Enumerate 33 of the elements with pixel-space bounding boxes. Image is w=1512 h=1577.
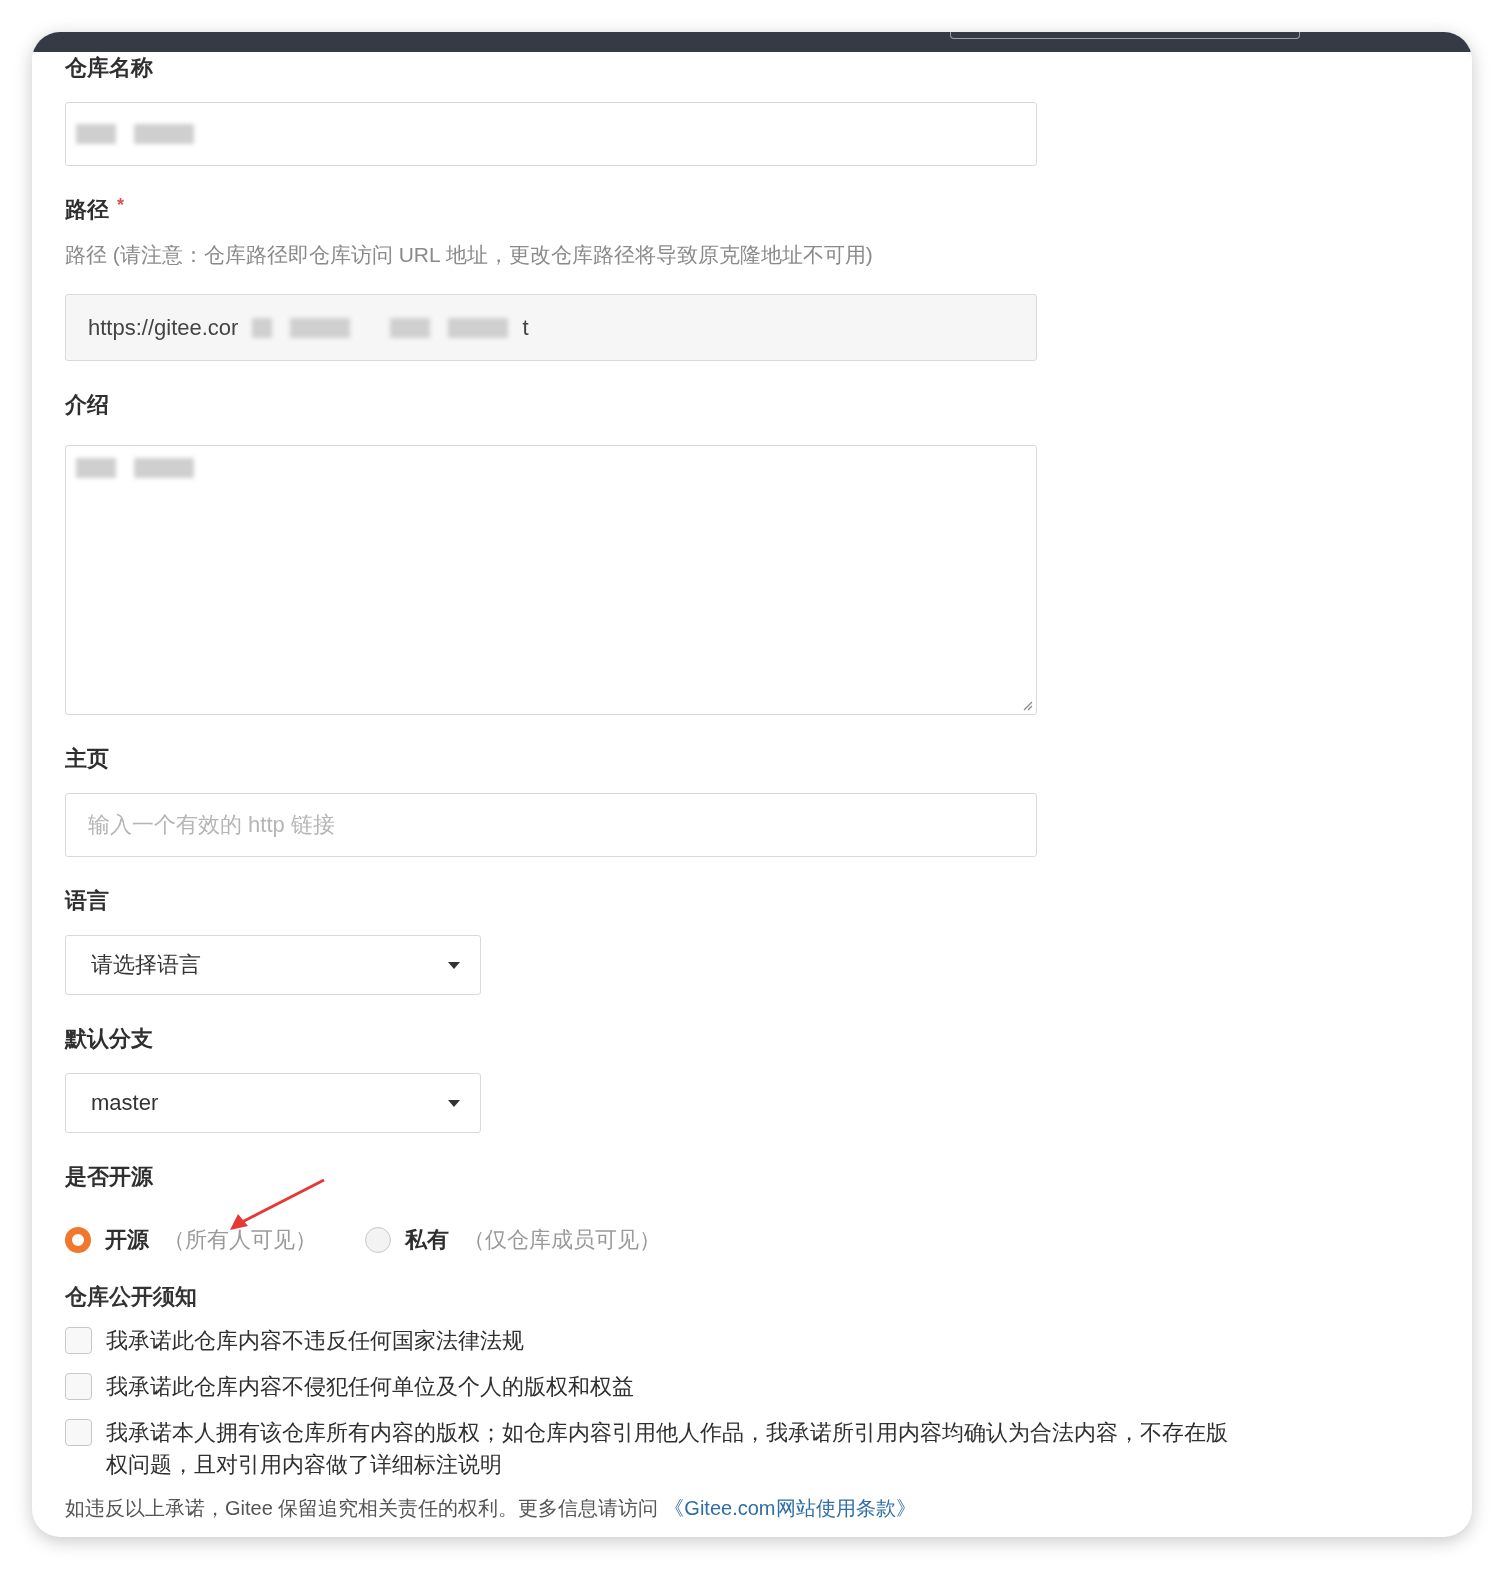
checkbox-label[interactable]: 我承诺此仓库内容不违反任何国家法律法规 xyxy=(106,1325,524,1357)
caret-icon xyxy=(448,961,460,969)
section-title: 仓库公开须知 xyxy=(65,1283,198,1311)
required-mark: * xyxy=(117,196,124,214)
input-field[interactable] xyxy=(65,102,1037,166)
radio-label[interactable]: 开源 xyxy=(105,1225,149,1255)
checkbox-label[interactable]: 我承诺此仓库内容不侵犯任何单位及个人的版权和权益 xyxy=(106,1371,634,1403)
checkbox[interactable] xyxy=(65,1419,92,1446)
select-dropdown[interactable]: master xyxy=(65,1073,481,1133)
field-label: 语言 xyxy=(65,887,109,915)
terms-link[interactable]: 《Gitee.com网站使用条款》 xyxy=(664,1495,916,1522)
field-hint: 路径 (请注意：仓库路径即仓库访问 URL 地址，更改仓库路径将导致原克隆地址不可用) xyxy=(65,242,874,268)
resize-grip-icon[interactable] xyxy=(1021,699,1033,711)
checkbox[interactable] xyxy=(65,1327,92,1354)
radio-button[interactable] xyxy=(365,1227,391,1253)
textarea-field[interactable] xyxy=(65,445,1037,715)
field-label: 路径 xyxy=(65,196,109,224)
field-label: 是否开源 xyxy=(65,1163,153,1191)
checkbox-label[interactable]: 我承诺本人拥有该仓库所有内容的版权；如仓库内容引用他人作品，我承诺所引用内容均确认为合法内容，不存在版权问题，且对引用内容做了详细标注说明 xyxy=(106,1417,1234,1481)
footer-note: 如违反以上承诺，Gitee 保留追究相关责任的权利。更多信息请访问 xyxy=(65,1496,659,1521)
field-label: 主页 xyxy=(65,745,109,773)
input-field[interactable]: https://gitee.cor t xyxy=(65,294,1037,361)
select-dropdown[interactable]: 请选择语言 xyxy=(65,935,481,995)
checkbox[interactable] xyxy=(65,1373,92,1400)
input-field[interactable]: 输入一个有效的 http 链接 xyxy=(65,793,1037,857)
radio-note: （仅仓库成员可见） xyxy=(463,1226,661,1254)
radio-note: （所有人可见） xyxy=(163,1226,317,1254)
field-label: 仓库名称 xyxy=(65,54,153,82)
field-label: 介绍 xyxy=(65,391,109,419)
radio-button[interactable] xyxy=(65,1227,91,1253)
radio-label[interactable]: 私有 xyxy=(405,1225,449,1255)
field-label: 默认分支 xyxy=(65,1025,153,1053)
caret-icon xyxy=(448,1099,460,1107)
